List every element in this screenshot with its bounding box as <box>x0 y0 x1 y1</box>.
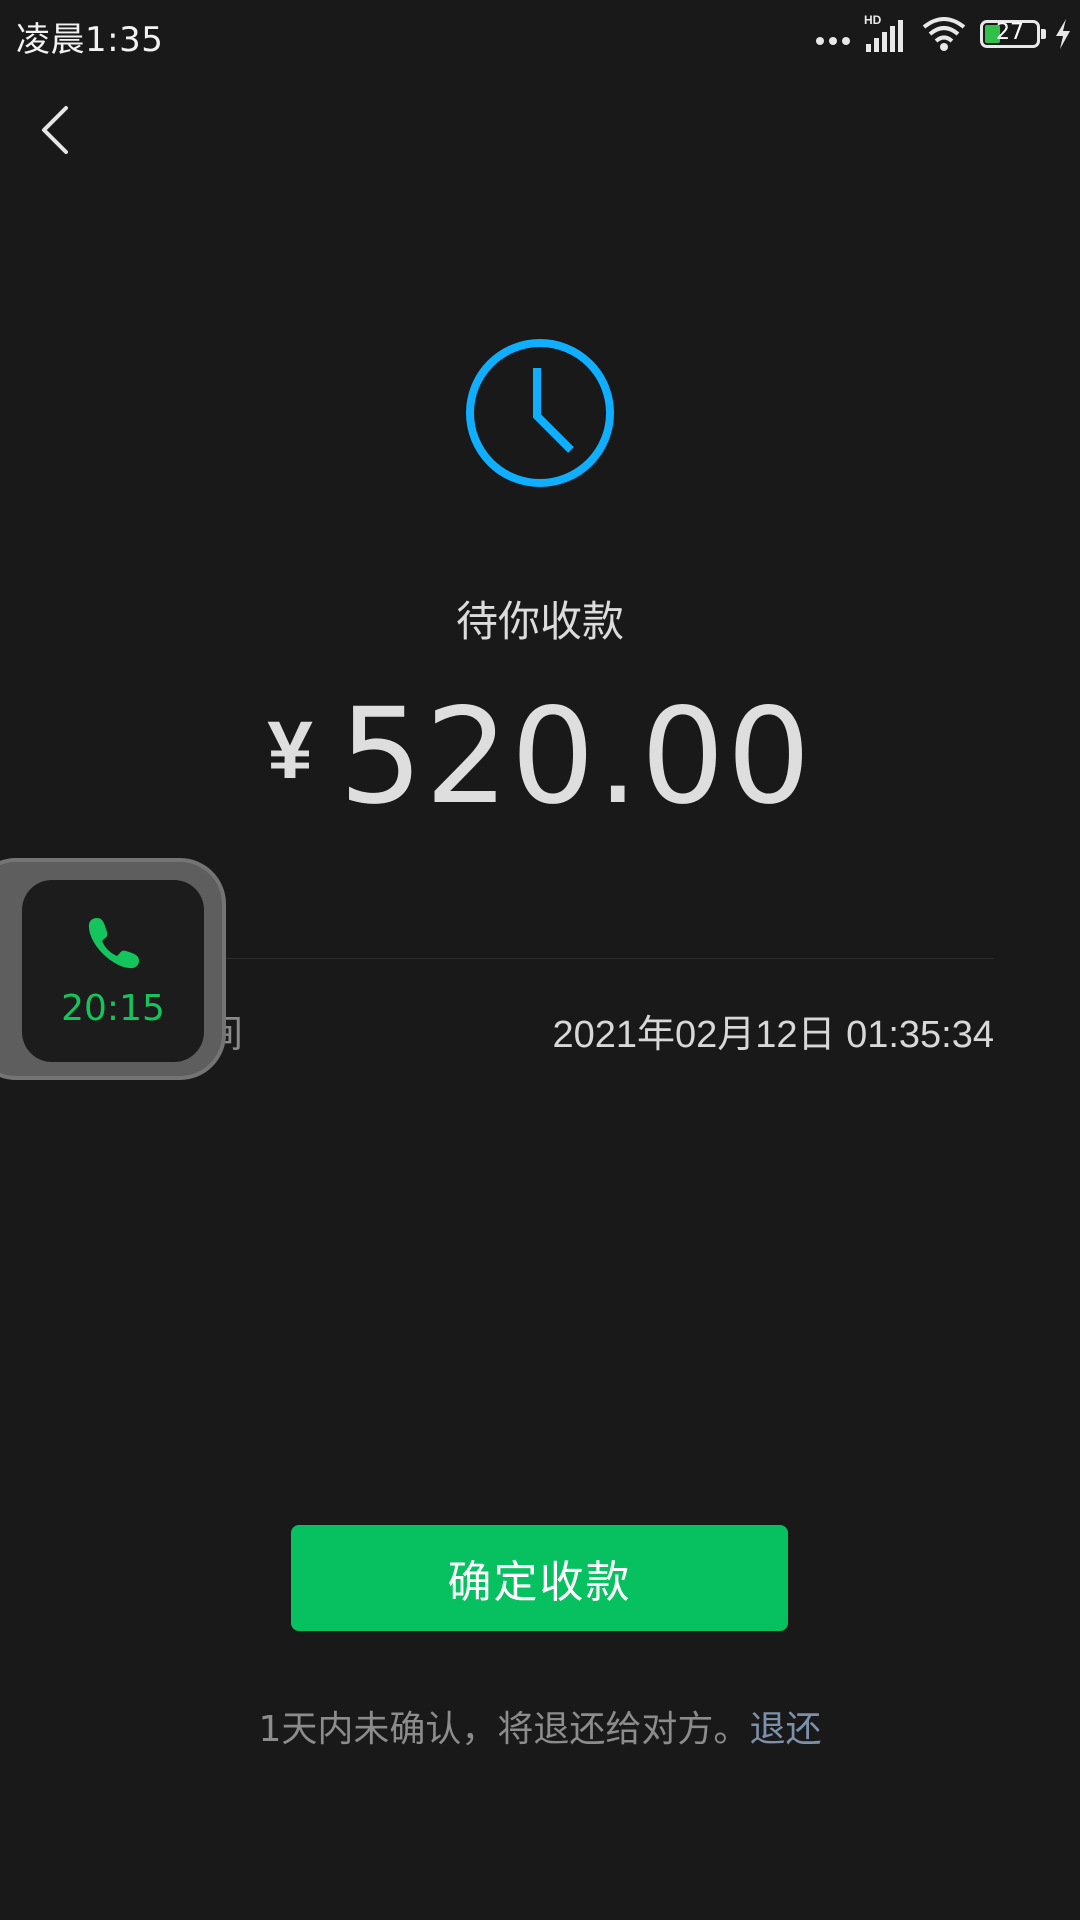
amount: ¥ 520.00 <box>0 690 1080 824</box>
signal-icon: HD <box>864 14 903 52</box>
wifi-icon <box>922 17 966 51</box>
status-bar: 凌晨1:35 HD 27 <box>0 0 1080 66</box>
floating-call-window[interactable]: 20:15 <box>0 858 226 1080</box>
currency-symbol: ¥ <box>267 705 313 796</box>
back-button[interactable] <box>30 100 80 160</box>
charging-icon <box>1056 19 1070 49</box>
more-dots-icon <box>816 23 850 45</box>
chevron-left-icon <box>42 106 68 154</box>
phone-icon <box>88 918 139 969</box>
status-title: 待你收款 <box>455 597 624 646</box>
network-label: HD <box>864 14 882 27</box>
clock-icon <box>466 339 614 487</box>
call-duration: 20:15 <box>61 988 165 1029</box>
confirm-receive-button[interactable]: 确定收款 <box>291 1525 788 1631</box>
footer-note: 1天内未确认，将退还给对方。退还 <box>0 1700 1080 1752</box>
floating-call-panel[interactable]: 20:15 <box>22 880 204 1062</box>
transfer-time-value: 2021年02月12日 01:35:34 <box>552 1013 994 1056</box>
footer-note-text: 1天内未确认，将退还给对方。 <box>258 1709 750 1750</box>
transfer-receipt-screen: 凌晨1:35 HD 27 待你收款 ¥ 520.00 2021年02月12日 0… <box>0 0 1080 1920</box>
battery-icon: 27 <box>980 20 1046 48</box>
amount-value: 520.00 <box>338 680 813 834</box>
battery-level: 27 <box>996 20 1024 45</box>
status-time: 凌晨1:35 <box>16 20 164 60</box>
status-icons: HD 27 <box>816 12 1072 56</box>
refund-link[interactable]: 退还 <box>749 1709 821 1750</box>
